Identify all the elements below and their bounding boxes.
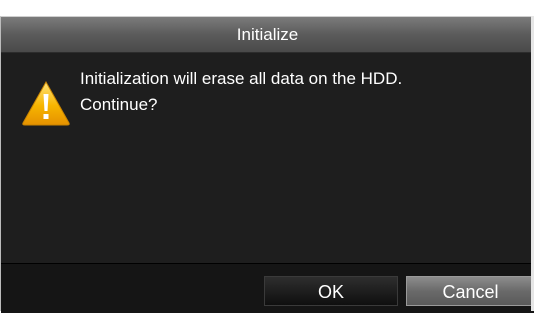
dialog-body: Initialization will erase all data on th…: [1, 53, 534, 263]
warning-icon: [21, 80, 71, 126]
dialog-message: Initialization will erase all data on th…: [80, 66, 402, 118]
ok-button[interactable]: OK: [264, 276, 398, 306]
cancel-button[interactable]: Cancel: [406, 276, 534, 306]
dialog-footer: OK Cancel: [1, 263, 534, 313]
message-line-1: Initialization will erase all data on th…: [80, 69, 403, 88]
message-line-2: Continue?: [80, 95, 158, 114]
dialog-title: Initialize: [1, 17, 534, 53]
initialize-dialog: Initialize Initialization will erase all…: [0, 16, 534, 313]
